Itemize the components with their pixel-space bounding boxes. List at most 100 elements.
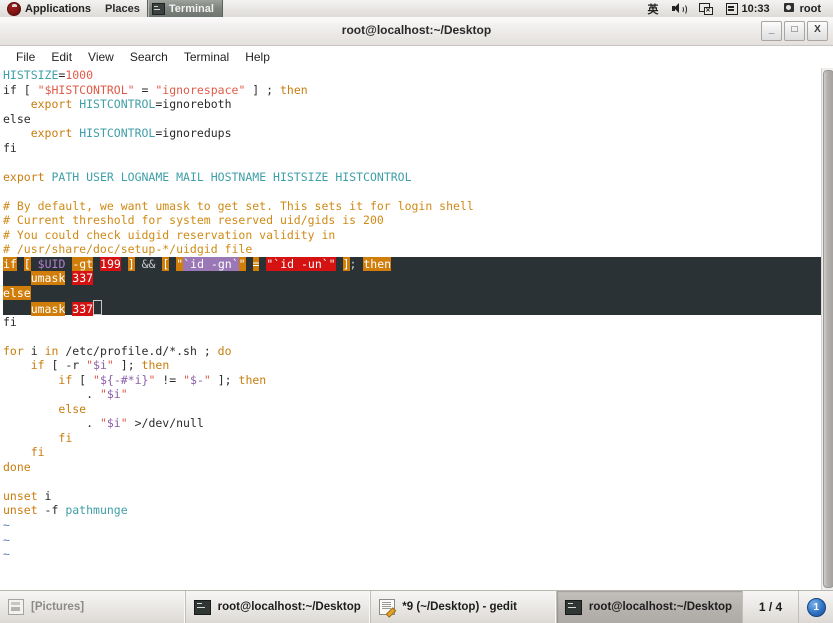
vim-token: ${-#*i} xyxy=(99,372,149,387)
taskbar-item-label: root@localhost:~/Desktop xyxy=(588,601,733,613)
menu-file[interactable]: File xyxy=(8,48,43,66)
menu-search[interactable]: Search xyxy=(122,48,176,66)
speaker-icon xyxy=(672,3,688,15)
vim-line: fi xyxy=(3,315,822,330)
vim-line: ~ xyxy=(3,533,822,548)
close-button[interactable]: X xyxy=(807,21,828,41)
vim-line: export HISTCONTROL=ignoredups xyxy=(3,126,822,141)
vim-token: "ignorespace" xyxy=(155,82,246,97)
vim-token: " xyxy=(183,372,191,387)
vim-token: `id -gn` xyxy=(183,256,239,271)
vim-line: fi xyxy=(3,445,822,460)
vim-token: " xyxy=(93,372,100,387)
vim-token: -gt xyxy=(72,256,94,271)
vim-token: $- xyxy=(190,372,204,387)
vim-token: [ xyxy=(16,82,38,97)
maximize-button[interactable]: □ xyxy=(784,21,805,41)
workspace-switcher[interactable]: 1 / 4 xyxy=(743,591,800,623)
user-menu[interactable]: root xyxy=(777,0,828,17)
vim-token: >/dev/null xyxy=(127,416,204,431)
network-button[interactable]: ✕ xyxy=(692,0,719,17)
vim-token: ~ xyxy=(3,517,10,532)
vim-token: HISTSIZE xyxy=(3,68,59,82)
taskbar-item-pictures[interactable]: [Pictures] xyxy=(0,591,186,623)
vim-token: $i xyxy=(106,387,121,402)
menu-view[interactable]: View xyxy=(80,48,122,66)
vim-token xyxy=(3,445,31,459)
vim-token: HISTCONTROL xyxy=(79,126,156,141)
input-method-indicator[interactable]: 英 xyxy=(640,0,665,17)
vim-token: ]; xyxy=(113,358,142,373)
vim-token xyxy=(17,257,24,271)
vim-line: unset i xyxy=(3,489,822,504)
vim-token: 1000 xyxy=(65,68,94,82)
places-menu[interactable]: Places xyxy=(98,0,147,17)
calendar-icon xyxy=(726,3,739,15)
vim-line: else xyxy=(3,285,822,301)
workspace-label: 1 / 4 xyxy=(758,600,783,614)
vim-token: "`id -un`" xyxy=(266,256,336,271)
vim-line: for i in /etc/profile.d/*.sh ; do xyxy=(3,344,822,359)
vim-token: # /usr/share/doc/setup-*/uidgid file xyxy=(3,242,253,257)
vim-token: ] xyxy=(127,256,135,271)
window-list-item-label: Terminal xyxy=(168,2,214,15)
vim-token: $UID xyxy=(37,256,66,271)
vim-token: then xyxy=(280,82,308,97)
vim-token: i xyxy=(37,488,52,503)
window-title: root@localhost:~/Desktop xyxy=(341,23,492,37)
vim-line xyxy=(3,474,822,489)
clock-button[interactable]: 10:33 xyxy=(719,0,776,17)
vim-buffer[interactable]: HISTSIZE=1000 if [ "$HISTCONTROL" = "igno… xyxy=(0,68,822,562)
applications-menu-label: Applications xyxy=(25,2,92,15)
vim-line: if [ $UID -gt 199 ] && [ "`id -gn`" = "`… xyxy=(3,256,822,272)
vim-token: export xyxy=(30,97,73,112)
vim-token: " xyxy=(86,358,94,373)
user-menu-label: root xyxy=(799,2,821,15)
vim-token: " xyxy=(120,387,128,402)
vim-token: . xyxy=(3,387,100,402)
gedit-icon xyxy=(379,599,397,618)
taskbar-item-terminal-2[interactable]: root@localhost:~/Desktop xyxy=(556,591,743,623)
vim-token: for xyxy=(3,343,24,358)
menubar: File Edit View Search Terminal Help xyxy=(0,46,833,69)
vim-token: " xyxy=(99,387,107,402)
vim-token: =ignoredups xyxy=(155,126,232,141)
menu-help[interactable]: Help xyxy=(237,48,278,66)
vim-token: # By default, we want umask to get set. … xyxy=(3,198,474,213)
vim-token: export xyxy=(3,169,45,184)
vim-line: # You could check uidgid reservation val… xyxy=(3,228,822,243)
vim-line: umask 337 xyxy=(3,271,822,286)
volume-button[interactable] xyxy=(665,0,692,17)
vim-line: export PATH USER LOGNAME MAIL HOSTNAME H… xyxy=(3,170,822,185)
vim-token xyxy=(31,257,38,271)
vim-token xyxy=(3,97,31,111)
vim-line xyxy=(3,184,822,199)
vim-token: " xyxy=(99,416,107,431)
vim-token: # Current threshold for system reserved … xyxy=(3,213,384,228)
taskbar-item-label: *9 (~/Desktop) - gedit xyxy=(402,601,517,613)
applications-menu[interactable]: Applications xyxy=(0,0,98,17)
terminal-scrollbar[interactable] xyxy=(821,68,833,590)
vim-line: unset -f pathmunge xyxy=(3,503,822,518)
vim-token: " xyxy=(238,256,246,271)
vim-token xyxy=(3,358,31,372)
vim-token: fi xyxy=(3,140,17,155)
vim-token xyxy=(336,257,343,271)
vim-token: then xyxy=(238,372,267,387)
vim-token xyxy=(3,126,31,140)
menu-terminal[interactable]: Terminal xyxy=(176,48,237,66)
window-list-item-terminal[interactable]: Terminal xyxy=(146,0,223,17)
terminal-screen[interactable]: HISTSIZE=1000 if [ "$HISTCONTROL" = "igno… xyxy=(0,68,822,590)
vim-line: if [ -r "$i" ]; then xyxy=(3,358,822,373)
taskbar-item-gedit[interactable]: *9 (~/Desktop) - gedit xyxy=(371,591,557,623)
terminal-scrollbar-thumb[interactable] xyxy=(823,70,833,588)
vim-token: umask xyxy=(30,302,66,317)
taskbar-item-terminal-1[interactable]: root@localhost:~/Desktop xyxy=(186,591,372,623)
window-titlebar[interactable]: root@localhost:~/Desktop _ □ X xyxy=(0,17,833,46)
vim-token xyxy=(3,402,58,416)
vim-token xyxy=(121,257,128,271)
notification-badge[interactable]: 1 xyxy=(799,591,833,623)
menu-edit[interactable]: Edit xyxy=(43,48,80,66)
vim-line: # /usr/share/doc/setup-*/uidgid file xyxy=(3,242,822,257)
minimize-button[interactable]: _ xyxy=(761,21,782,41)
